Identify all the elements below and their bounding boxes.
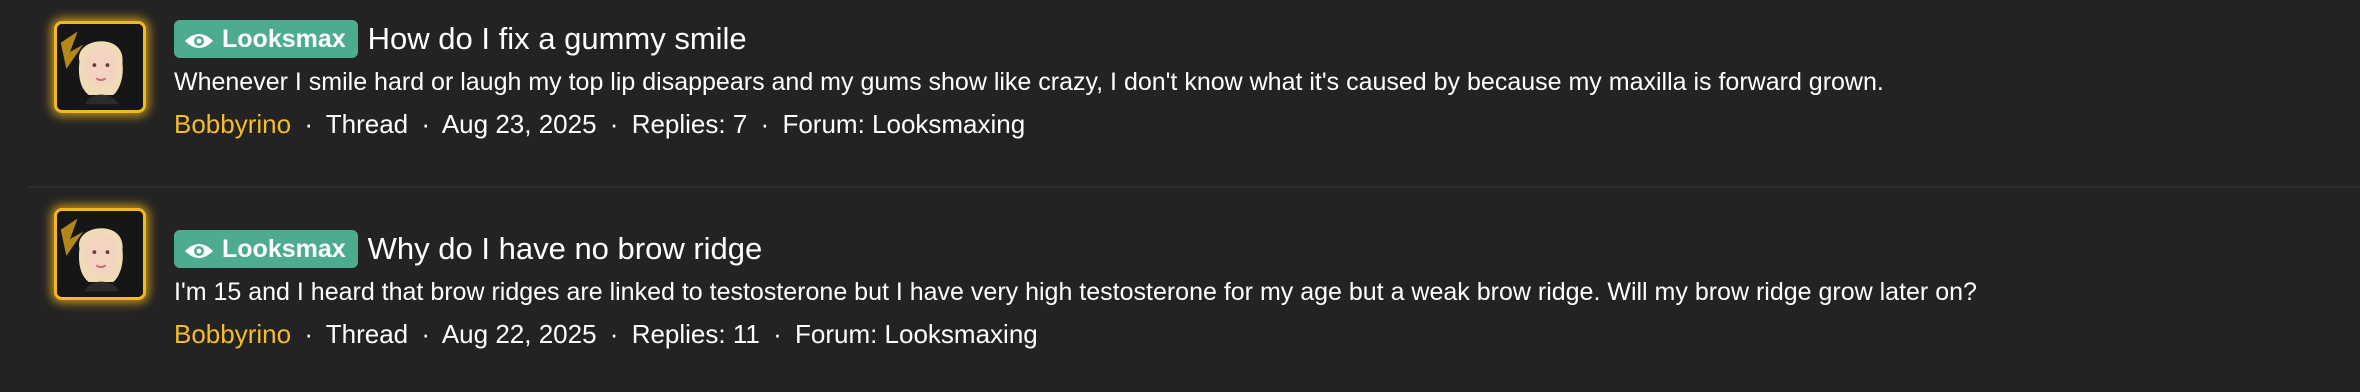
thread-meta: Bobbyrino · Thread · Aug 23, 2025 · Repl…	[174, 109, 2340, 140]
separator: ·	[773, 319, 782, 349]
prefix-badge[interactable]: Looksmax	[174, 230, 358, 268]
result-content: Looksmax Why do I have no brow ridge I'm…	[174, 228, 2340, 350]
separator: ·	[609, 109, 619, 139]
author-link[interactable]: Bobbyrino	[174, 109, 291, 139]
search-result-item: Looksmax Why do I have no brow ridge I'm…	[0, 188, 2360, 392]
search-result-item: Looksmax How do I fix a gummy smile When…	[0, 0, 2360, 186]
eye-icon	[184, 239, 214, 259]
thread-title-link[interactable]: How do I fix a gummy smile	[368, 21, 747, 57]
result-content: Looksmax How do I fix a gummy smile When…	[174, 18, 2340, 140]
avatar[interactable]	[54, 208, 146, 300]
avatar[interactable]	[54, 21, 146, 113]
post-date[interactable]: Aug 23, 2025	[442, 109, 597, 139]
eye-icon	[184, 29, 214, 49]
reply-count: Replies: 7	[631, 109, 748, 139]
post-date[interactable]: Aug 22, 2025	[442, 319, 597, 349]
separator: ·	[304, 319, 313, 349]
separator: ·	[760, 109, 770, 139]
forum-link[interactable]: Forum: Looksmaxing	[782, 109, 1025, 139]
prefix-label: Looksmax	[222, 24, 346, 53]
reply-count: Replies: 11	[631, 319, 760, 349]
search-results-list: Looksmax How do I fix a gummy smile When…	[0, 0, 2360, 392]
separator: ·	[609, 319, 619, 349]
thread-meta: Bobbyrino · Thread · Aug 22, 2025 · Repl…	[174, 319, 2340, 350]
separator: ·	[304, 109, 313, 139]
title-line: Looksmax Why do I have no brow ridge	[174, 228, 2340, 270]
prefix-badge[interactable]: Looksmax	[174, 20, 358, 58]
thread-snippet: I'm 15 and I heard that brow ridges are …	[174, 278, 1977, 306]
content-type: Thread	[325, 319, 409, 349]
title-line: Looksmax How do I fix a gummy smile	[174, 18, 2340, 60]
content-type: Thread	[325, 109, 409, 139]
thread-title-link[interactable]: Why do I have no brow ridge	[368, 231, 763, 267]
author-link[interactable]: Bobbyrino	[174, 319, 291, 349]
separator: ·	[421, 319, 431, 349]
prefix-label: Looksmax	[222, 234, 346, 263]
separator: ·	[421, 109, 431, 139]
thread-snippet: Whenever I smile hard or laugh my top li…	[174, 68, 1884, 96]
forum-link[interactable]: Forum: Looksmaxing	[795, 319, 1038, 349]
